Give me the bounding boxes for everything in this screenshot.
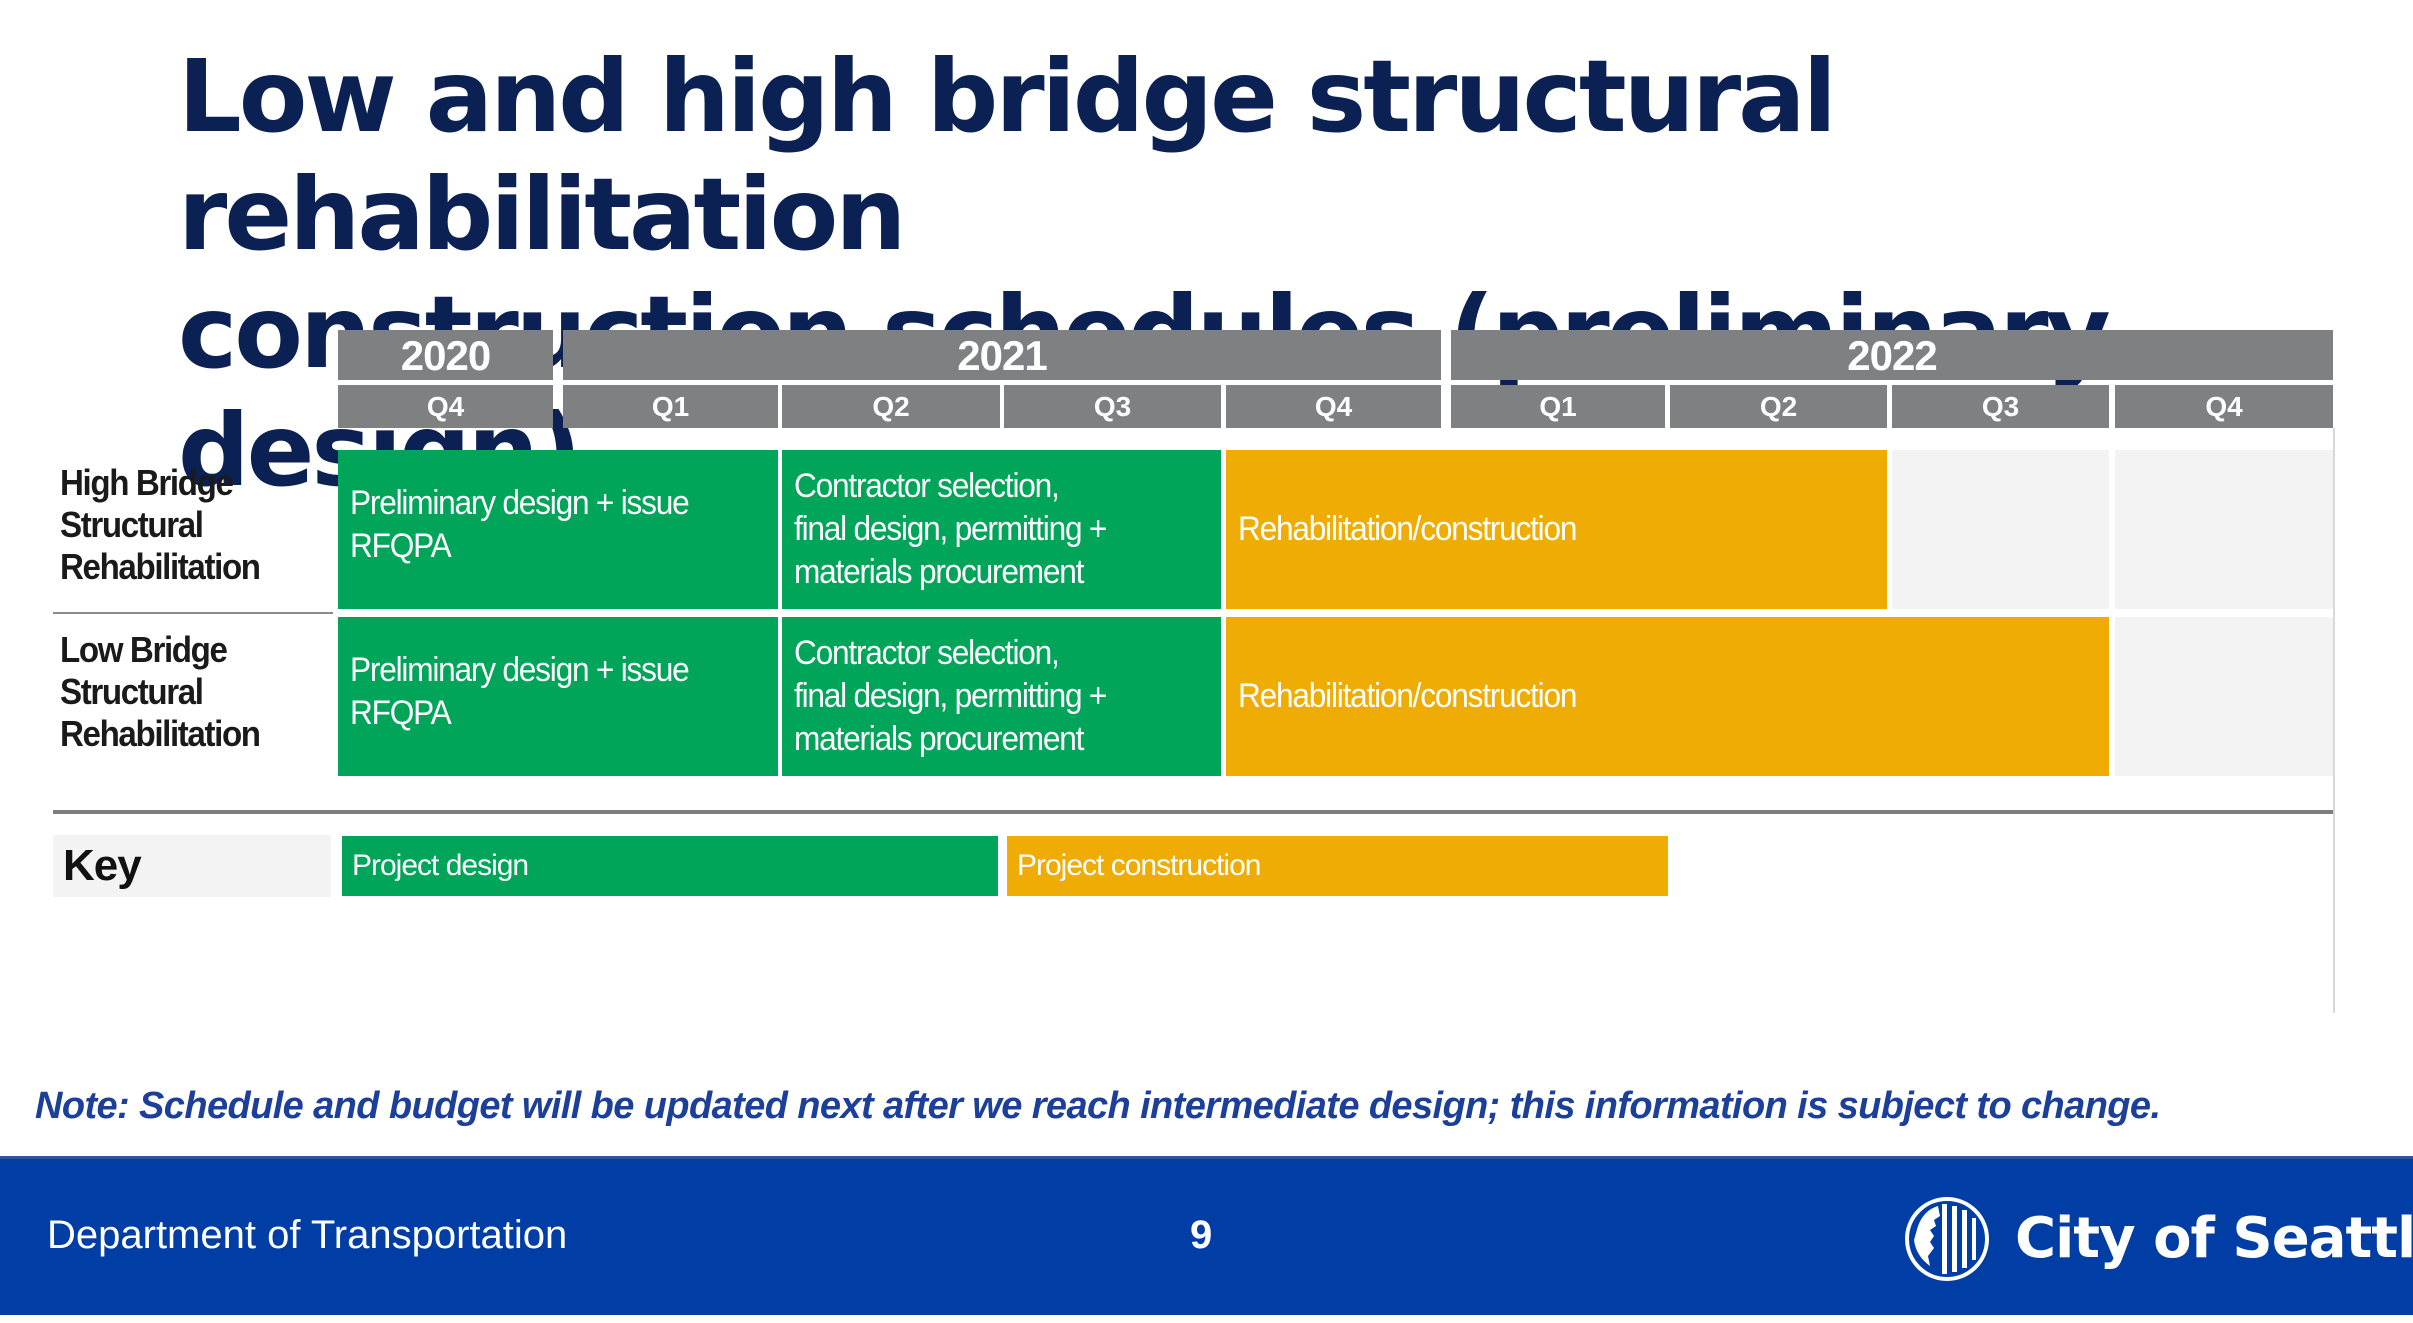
quarter-header: Q4 xyxy=(338,385,553,428)
quarter-header: Q3 xyxy=(1892,385,2109,428)
task-label-line: materials procurement xyxy=(794,553,1084,591)
task-label-line: Contractor selection, xyxy=(794,634,1060,672)
row-label-line: High Bridge xyxy=(60,462,234,503)
legend-title: Key xyxy=(53,835,331,897)
row-label-line: Structural xyxy=(60,671,204,712)
row-label-line: Rehabilitation xyxy=(60,713,261,754)
task-label-line: Preliminary design + issue xyxy=(350,484,690,522)
chart-right-border xyxy=(2333,428,2335,1013)
row-label-separator xyxy=(53,612,333,614)
row-label: Low Bridge Structural Rehabilitation xyxy=(60,629,318,755)
year-header-2022: 2022 xyxy=(1451,330,2333,380)
quarter-header: Q2 xyxy=(782,385,1000,428)
empty-cell xyxy=(1892,450,2109,609)
legend-item-project-design: Project design xyxy=(342,836,998,896)
legend-item-project-construction: Project construction xyxy=(1007,836,1668,896)
task-label: Preliminary design + issue RFQPA xyxy=(350,482,714,568)
row-label: High Bridge Structural Rehabilitation xyxy=(60,462,318,588)
row-label-line: Rehabilitation xyxy=(60,546,261,587)
quarter-header: Q2 xyxy=(1670,385,1887,428)
slide-title: Low and high bridge structural rehabilit… xyxy=(178,38,2378,510)
row-label-line: Structural xyxy=(60,504,204,545)
task-label-line: Preliminary design + issue xyxy=(350,651,690,689)
task-label: Preliminary design + issue RFQPA xyxy=(350,649,714,735)
task-bar-design: Contractor selection, final design, permi… xyxy=(782,617,1221,776)
year-header-2021: 2021 xyxy=(563,330,1441,380)
task-label-line: RFQPA xyxy=(350,694,452,732)
empty-cell xyxy=(2115,617,2333,776)
empty-cell xyxy=(2115,450,2333,609)
task-label: Contractor selection, final design, permi… xyxy=(794,465,1130,594)
quarter-header: Q3 xyxy=(1004,385,1221,428)
quarter-header: Q4 xyxy=(2115,385,2333,428)
key-divider xyxy=(53,810,2334,814)
task-bar-design: Preliminary design + issue RFQPA xyxy=(338,450,778,609)
task-label-line: final design, permitting + xyxy=(794,677,1107,715)
quarter-header: Q1 xyxy=(563,385,778,428)
task-bar-design: Preliminary design + issue RFQPA xyxy=(338,617,778,776)
task-bar-construction: Rehabilitation/construction xyxy=(1226,617,2109,776)
schedule-note: Note: Schedule and budget will be update… xyxy=(35,1085,2161,1127)
quarter-header: Q4 xyxy=(1226,385,1441,428)
task-bar-construction: Rehabilitation/construction xyxy=(1226,450,1887,609)
task-label-line: Rehabilitation/construction xyxy=(1238,677,1577,715)
task-label-line: Contractor selection, xyxy=(794,467,1060,505)
task-label: Rehabilitation/construction xyxy=(1238,675,1602,718)
task-label-line: materials procurement xyxy=(794,720,1084,758)
task-label-line: Rehabilitation/construction xyxy=(1238,510,1577,548)
task-label: Contractor selection, final design, permi… xyxy=(794,632,1130,761)
city-of-seattle-seal-icon xyxy=(1904,1196,1990,1282)
task-label-line: final design, permitting + xyxy=(794,510,1107,548)
slide-title-line-1: Low and high bridge structural rehabilit… xyxy=(178,38,1837,273)
quarter-header: Q1 xyxy=(1451,385,1665,428)
footer-department: Department of Transportation xyxy=(47,1213,568,1257)
year-header-2020: 2020 xyxy=(338,330,553,380)
page-number: 9 xyxy=(1190,1213,1213,1257)
row-label-line: Low Bridge xyxy=(60,629,228,670)
city-of-seattle-logo-text: City of Seattle xyxy=(2015,1206,2413,1271)
task-bar-design: Contractor selection, final design, permi… xyxy=(782,450,1221,609)
task-label: Rehabilitation/construction xyxy=(1238,508,1602,551)
task-label-line: RFQPA xyxy=(350,527,452,565)
